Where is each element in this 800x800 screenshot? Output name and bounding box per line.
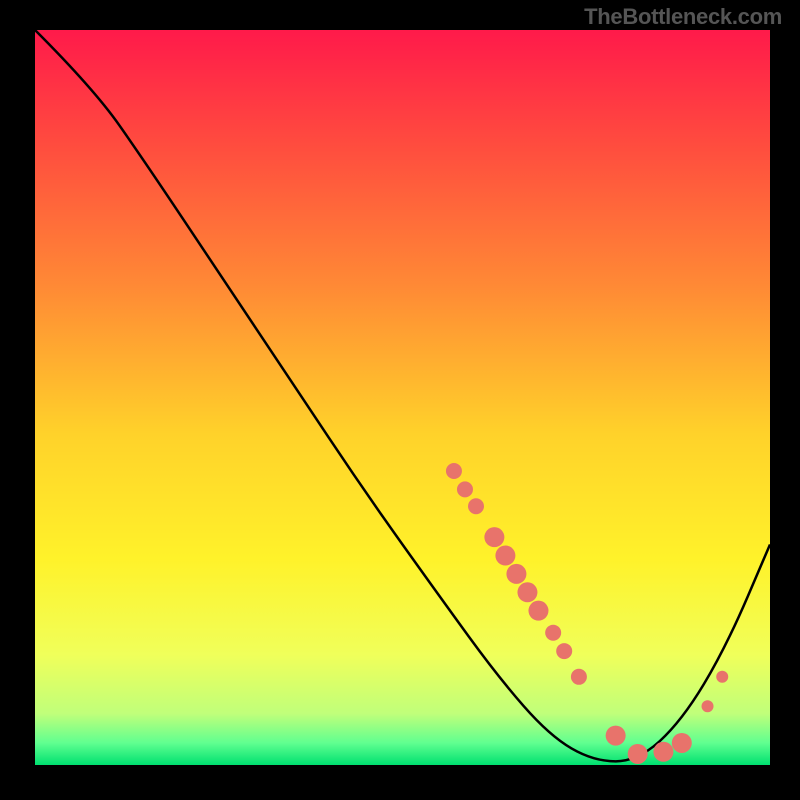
data-point <box>495 546 515 566</box>
data-point <box>457 481 473 497</box>
data-point <box>702 700 714 712</box>
data-point <box>506 564 526 584</box>
data-point <box>545 625 561 641</box>
data-point <box>653 742 673 762</box>
data-point <box>446 463 462 479</box>
data-point <box>628 744 648 764</box>
bottleneck-chart <box>0 0 800 800</box>
chart-container: TheBottleneck.com <box>0 0 800 800</box>
data-point <box>468 498 484 514</box>
data-point <box>528 601 548 621</box>
data-point <box>556 643 572 659</box>
plot-background <box>35 30 770 765</box>
data-point <box>606 726 626 746</box>
data-point <box>517 582 537 602</box>
data-point <box>672 733 692 753</box>
data-point <box>716 671 728 683</box>
data-point <box>484 527 504 547</box>
data-point <box>571 669 587 685</box>
